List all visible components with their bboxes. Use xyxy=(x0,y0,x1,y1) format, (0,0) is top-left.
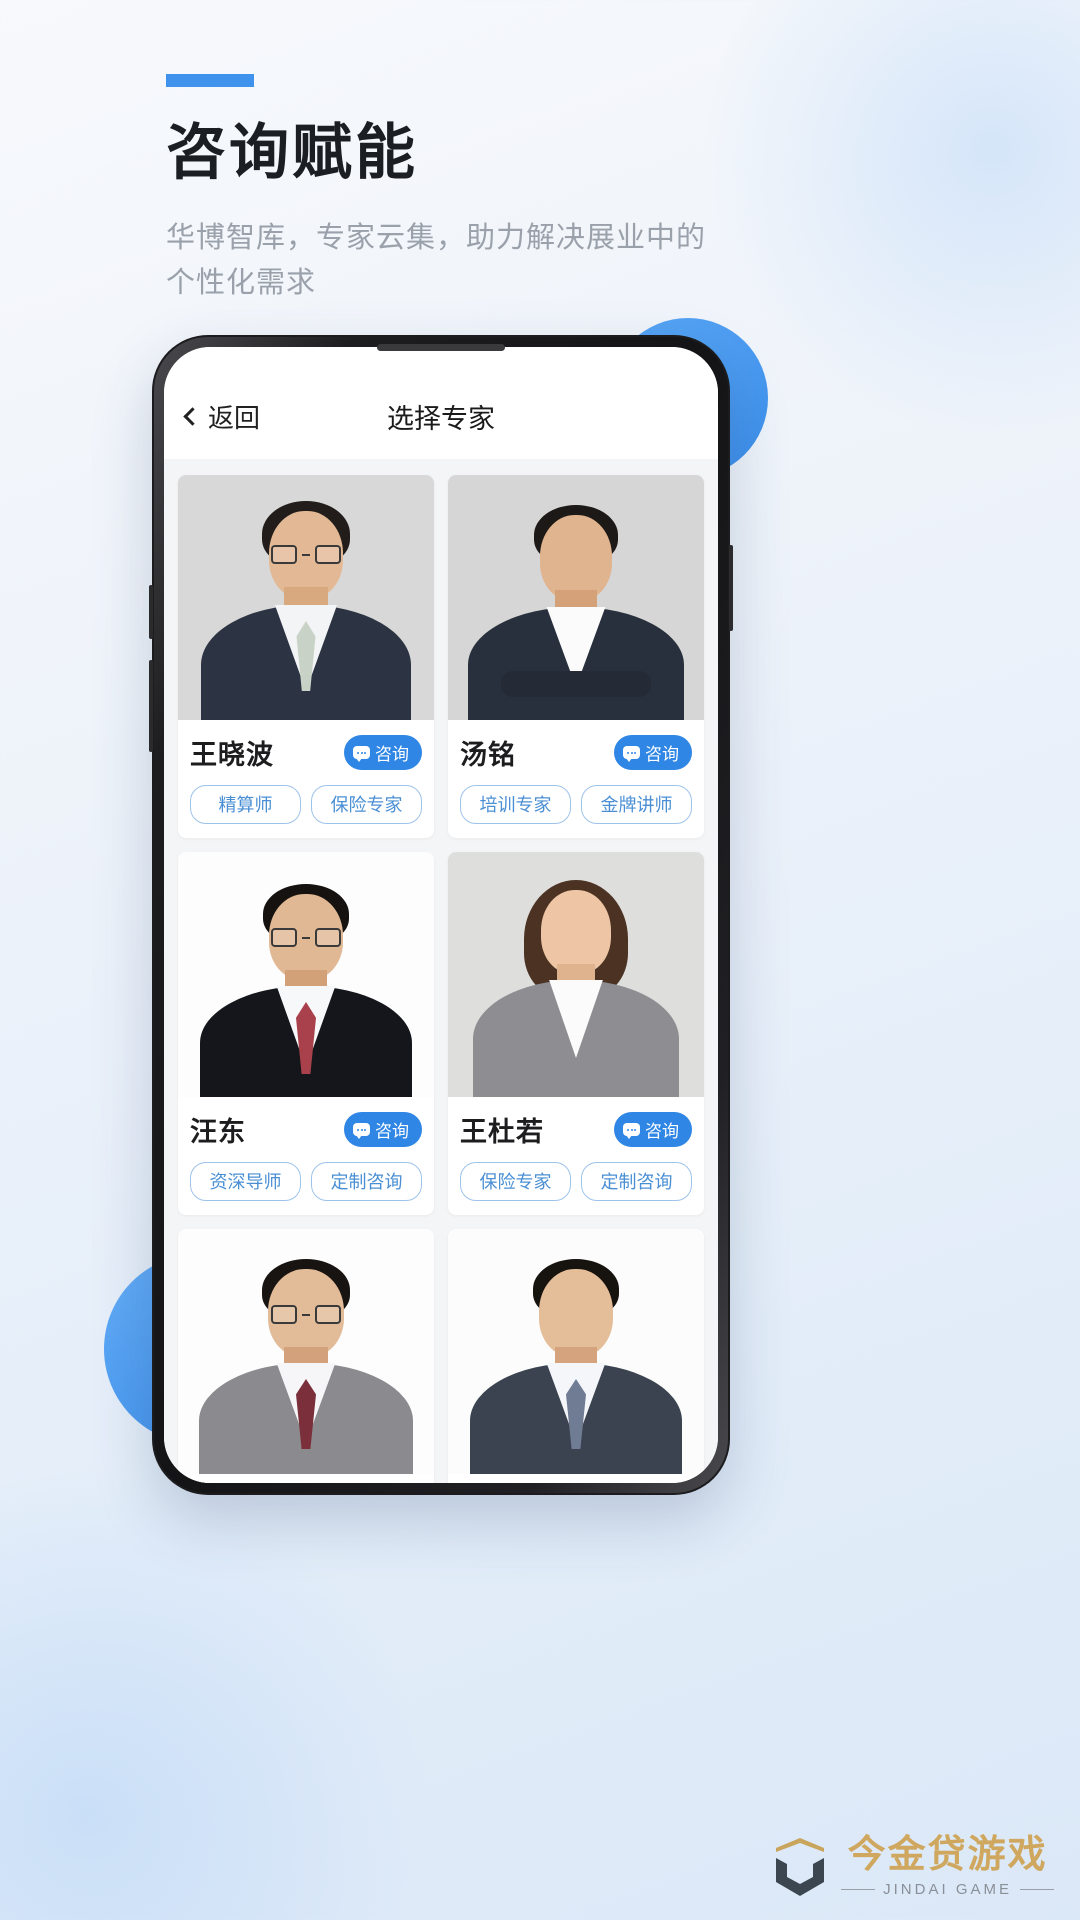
expert-tags: 资深导师 定制咨询 xyxy=(190,1162,422,1201)
expert-card[interactable]: 王杜若 咨询 保险专家 定制咨询 xyxy=(448,852,704,1215)
expert-list-scroll-area[interactable]: 王晓波 咨询 精算师 保险专家 汤铭 咨询 培训专家 金牌讲师 汪东 咨询 资深… xyxy=(164,459,718,1483)
back-button-label: 返回 xyxy=(208,402,261,433)
expert-tags: 保险专家 定制咨询 xyxy=(460,1162,692,1201)
accent-bar xyxy=(166,74,254,87)
phone-mockup: 返回 选择专家 王晓波 咨询 精算师 保险专家 汤铭 咨询 培训专家 金牌讲师 … xyxy=(149,335,733,1495)
consult-button[interactable]: 咨询 xyxy=(614,1112,692,1147)
expert-photo xyxy=(178,1229,434,1474)
phone-volume-button xyxy=(149,585,153,639)
expert-name: 汪东 xyxy=(190,1117,246,1147)
expert-photo xyxy=(448,1229,704,1474)
expert-tag: 资深导师 xyxy=(190,1162,301,1201)
consult-button-label: 咨询 xyxy=(375,1122,409,1141)
expert-photo xyxy=(448,852,704,1097)
expert-tag: 定制咨询 xyxy=(581,1162,692,1201)
headline-block: 咨询赋能 华博智库，专家云集，助力解决展业中的个性化需求 xyxy=(166,74,711,306)
background-glow-bottom-left xyxy=(0,1440,460,1920)
consult-button-label: 咨询 xyxy=(645,1122,679,1141)
expert-tag: 保险专家 xyxy=(311,785,422,824)
expert-tag: 精算师 xyxy=(190,785,301,824)
chat-bubble-icon xyxy=(353,1123,370,1139)
expert-photo xyxy=(178,475,434,720)
expert-card[interactable]: 咨询 xyxy=(448,1229,704,1483)
expert-name: 王晓波 xyxy=(190,740,274,770)
consult-button-label: 咨询 xyxy=(645,745,679,764)
watermark-brand-cn: 今金贷游戏 xyxy=(847,1834,1048,1876)
expert-card[interactable]: 汪东 咨询 资深导师 定制咨询 xyxy=(178,852,434,1215)
watermark-brand-en: JINDAI GAME xyxy=(841,1881,1054,1898)
expert-card[interactable]: 咨询 xyxy=(178,1229,434,1483)
expert-tags: 精算师 保险专家 xyxy=(190,785,422,824)
expert-photo xyxy=(448,475,704,720)
expert-tag: 保险专家 xyxy=(460,1162,571,1201)
expert-name: 汤铭 xyxy=(460,740,516,770)
expert-grid: 王晓波 咨询 精算师 保险专家 汤铭 咨询 培训专家 金牌讲师 汪东 咨询 资深… xyxy=(178,475,704,1483)
shield-chevron-logo-icon xyxy=(776,1838,825,1896)
expert-tag: 金牌讲师 xyxy=(581,785,692,824)
expert-name: 王杜若 xyxy=(460,1117,544,1147)
app-navigation-bar: 返回 选择专家 xyxy=(164,347,718,459)
chat-bubble-icon xyxy=(353,746,370,762)
chat-bubble-icon xyxy=(623,746,640,762)
chevron-left-icon xyxy=(183,406,202,426)
expert-card[interactable]: 王晓波 咨询 精算师 保险专家 xyxy=(178,475,434,838)
phone-screen: 返回 选择专家 王晓波 咨询 精算师 保险专家 汤铭 咨询 培训专家 金牌讲师 … xyxy=(164,347,718,1483)
page-subtitle: 华博智库，专家云集，助力解决展业中的个性化需求 xyxy=(166,222,707,300)
watermark: 今金贷游戏 JINDAI GAME xyxy=(771,1836,1054,1898)
consult-button[interactable]: 咨询 xyxy=(614,735,692,770)
expert-photo xyxy=(178,852,434,1097)
consult-button[interactable]: 咨询 xyxy=(344,735,422,770)
expert-card[interactable]: 汤铭 咨询 培训专家 金牌讲师 xyxy=(448,475,704,838)
expert-tags: 培训专家 金牌讲师 xyxy=(460,785,692,824)
back-button[interactable]: 返回 xyxy=(183,398,261,435)
phone-power-button xyxy=(149,660,153,752)
expert-tag: 培训专家 xyxy=(460,785,571,824)
consult-button-label: 咨询 xyxy=(375,745,409,764)
phone-earpiece-speaker xyxy=(377,344,505,351)
page-title: 咨询赋能 xyxy=(166,119,418,186)
consult-button[interactable]: 咨询 xyxy=(344,1112,422,1147)
chat-bubble-icon xyxy=(623,1123,640,1139)
expert-tag: 定制咨询 xyxy=(311,1162,422,1201)
